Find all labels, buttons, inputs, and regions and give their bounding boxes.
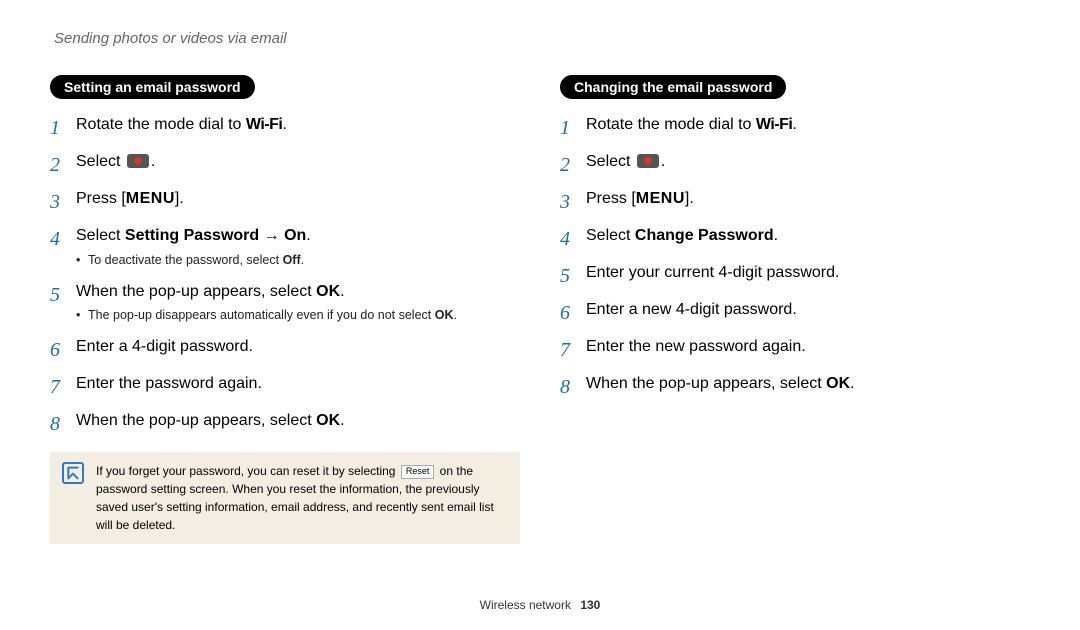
step-body: When the pop-up appears, select OK. The …	[76, 280, 520, 330]
substep: To deactivate the password, select Off.	[76, 251, 520, 270]
step-body: Press [MENU].	[586, 187, 1030, 212]
footer-section: Wireless network	[480, 598, 571, 612]
step-body: Select Setting Password → On. To deactiv…	[76, 224, 520, 274]
step-number: 3	[50, 187, 76, 218]
step-body: Rotate the mode dial to Wi-Fi.	[586, 113, 1030, 138]
email-icon	[127, 154, 149, 168]
step-number: 3	[560, 187, 586, 218]
columns: Setting an email password 1 Rotate the m…	[50, 75, 1030, 544]
note-box: If you forget your password, you can res…	[50, 452, 520, 544]
step-row: 7 Enter the new password again.	[560, 335, 1030, 366]
wifi-label: Wi-Fi	[246, 116, 282, 133]
step-number: 4	[560, 224, 586, 255]
step-number: 2	[50, 150, 76, 181]
step-row: 2 Select .	[560, 150, 1030, 181]
step-row: 8 When the pop-up appears, select OK.	[50, 409, 520, 440]
email-icon	[637, 154, 659, 168]
heading-pill-changing: Changing the email password	[560, 75, 786, 99]
menu-key: MENU	[636, 190, 685, 207]
menu-key: MENU	[126, 190, 175, 207]
step-row: 3 Press [MENU].	[560, 187, 1030, 218]
substeps: To deactivate the password, select Off.	[76, 249, 520, 274]
note-text: If you forget your password, you can res…	[96, 462, 506, 534]
step-row: 6 Enter a new 4-digit password.	[560, 298, 1030, 329]
substep: The pop-up disappears automatically even…	[76, 306, 520, 325]
step-row: 5 When the pop-up appears, select OK. Th…	[50, 280, 520, 330]
step-number: 7	[560, 335, 586, 366]
step-body: Enter a new 4-digit password.	[586, 298, 1030, 323]
col-setting-password: Setting an email password 1 Rotate the m…	[50, 75, 520, 544]
step-row: 2 Select .	[50, 150, 520, 181]
step-number: 4	[50, 224, 76, 255]
step-number: 5	[560, 261, 586, 292]
step-body: When the pop-up appears, select OK.	[586, 372, 1030, 397]
step-row: 8 When the pop-up appears, select OK.	[560, 372, 1030, 403]
page-title: Sending photos or videos via email	[54, 30, 1030, 47]
step-row: 1 Rotate the mode dial to Wi-Fi.	[560, 113, 1030, 144]
step-number: 7	[50, 372, 76, 403]
note-icon	[62, 462, 84, 484]
step-body: Select Change Password.	[586, 224, 1030, 249]
step-row: 7 Enter the password again.	[50, 372, 520, 403]
step-number: 5	[50, 280, 76, 311]
substeps: The pop-up disappears automatically even…	[76, 304, 520, 329]
step-number: 1	[560, 113, 586, 144]
step-row: 4 Select Change Password.	[560, 224, 1030, 255]
reset-key: Reset	[401, 465, 435, 479]
step-body: Enter the new password again.	[586, 335, 1030, 360]
step-body: Enter the password again.	[76, 372, 520, 397]
step-body: Select .	[586, 150, 1030, 175]
step-body: When the pop-up appears, select OK.	[76, 409, 520, 434]
step-body: Enter a 4-digit password.	[76, 335, 520, 360]
wifi-label: Wi-Fi	[756, 116, 792, 133]
step-row: 3 Press [MENU].	[50, 187, 520, 218]
step-row: 6 Enter a 4-digit password.	[50, 335, 520, 366]
manual-page: Sending photos or videos via email Setti…	[0, 0, 1080, 630]
step-row: 4 Select Setting Password → On. To deact…	[50, 224, 520, 274]
step-body: Enter your current 4-digit password.	[586, 261, 1030, 286]
step-body: Press [MENU].	[76, 187, 520, 212]
step-number: 2	[560, 150, 586, 181]
page-footer: Wireless network 130	[0, 598, 1080, 612]
step-row: 5 Enter your current 4-digit password.	[560, 261, 1030, 292]
steps-list-setting: 1 Rotate the mode dial to Wi-Fi. 2 Selec…	[50, 113, 520, 440]
col-changing-password: Changing the email password 1 Rotate the…	[560, 75, 1030, 544]
step-number: 8	[560, 372, 586, 403]
heading-pill-setting: Setting an email password	[50, 75, 255, 99]
step-number: 8	[50, 409, 76, 440]
step-number: 6	[50, 335, 76, 366]
footer-page-number: 130	[580, 598, 600, 612]
step-number: 6	[560, 298, 586, 329]
step-row: 1 Rotate the mode dial to Wi-Fi.	[50, 113, 520, 144]
step-number: 1	[50, 113, 76, 144]
step-body: Rotate the mode dial to Wi-Fi.	[76, 113, 520, 138]
steps-list-changing: 1 Rotate the mode dial to Wi-Fi. 2 Selec…	[560, 113, 1030, 403]
step-body: Select .	[76, 150, 520, 175]
